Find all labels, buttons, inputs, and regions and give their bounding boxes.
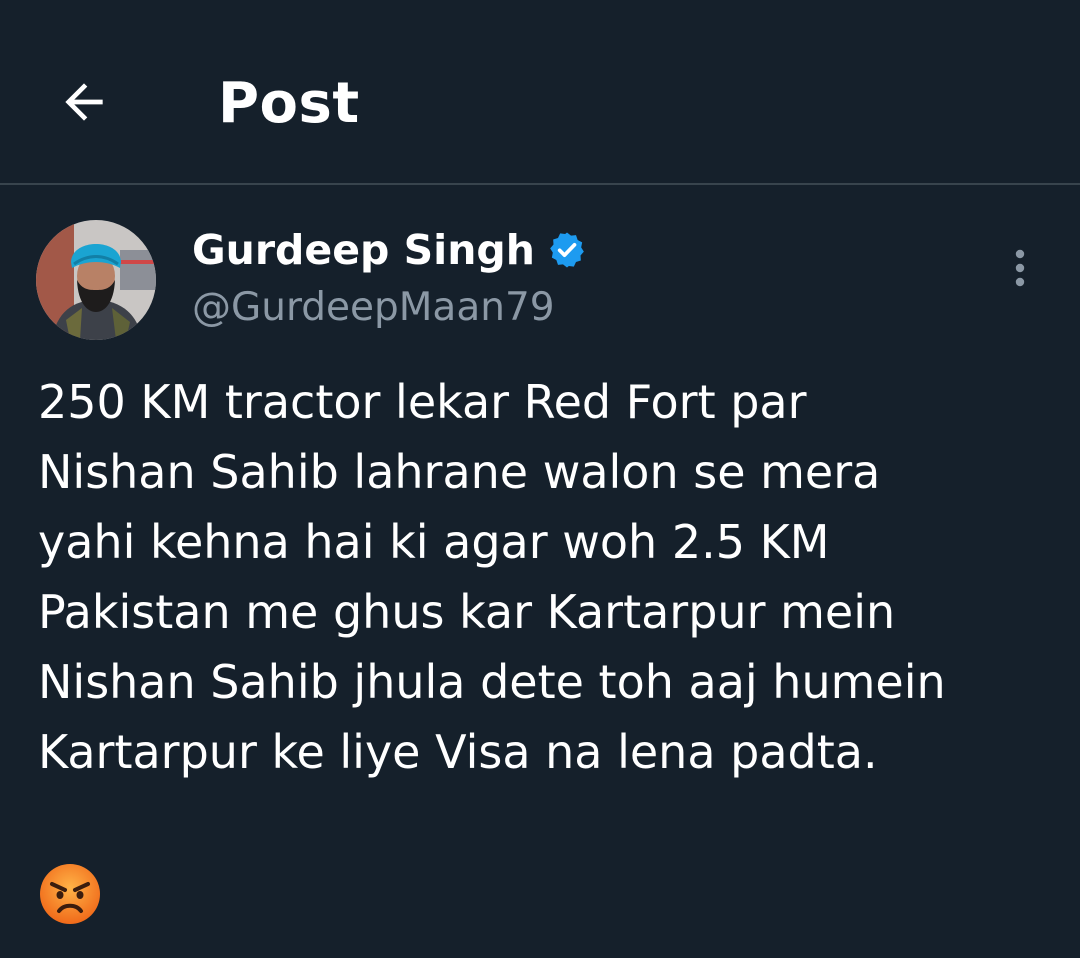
angry-face-emoji: [38, 862, 102, 926]
post-text: 250 KM tractor lekar Red Fort par Nishan…: [38, 375, 946, 779]
author-display-name[interactable]: Gurdeep Singh: [192, 224, 535, 276]
more-vertical-icon: [1015, 249, 1025, 287]
back-button[interactable]: [52, 70, 116, 134]
top-bar: Post: [0, 0, 1080, 185]
more-options-button[interactable]: [996, 244, 1044, 292]
verified-badge-icon: [547, 230, 587, 270]
author-block: Gurdeep Singh @GurdeepMaan79: [192, 224, 587, 334]
avatar[interactable]: [36, 220, 156, 340]
arrow-left-icon: [65, 83, 103, 121]
page-title: Post: [218, 71, 360, 136]
author-name-row: Gurdeep Singh: [192, 224, 587, 276]
author-handle[interactable]: @GurdeepMaan79: [192, 282, 587, 334]
